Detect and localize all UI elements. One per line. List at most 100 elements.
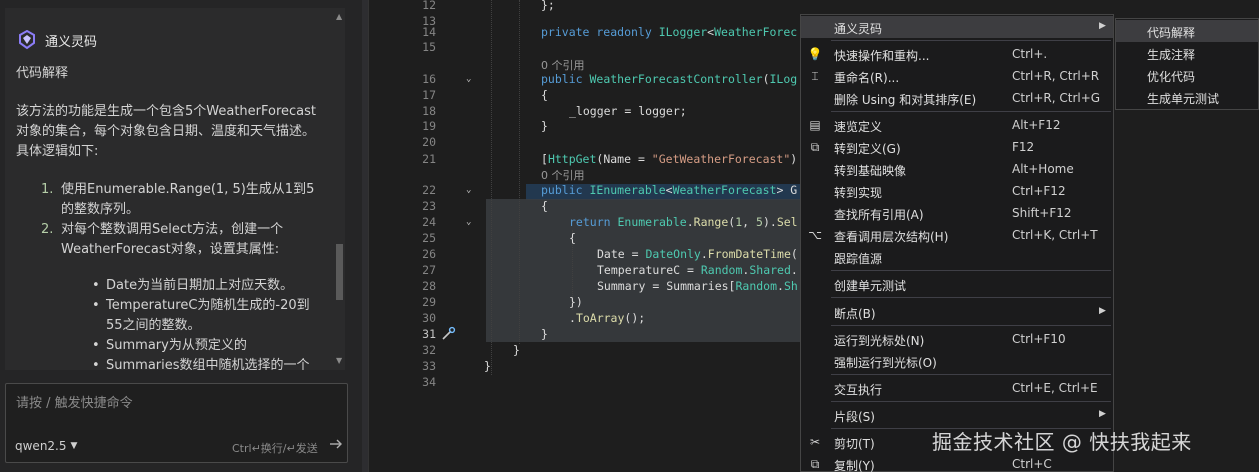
line-number: 27	[422, 263, 436, 277]
submenu-item-explain-code[interactable]: 代码解释	[1116, 20, 1258, 42]
step-text: 对每个整数调用Select方法，创建一个WeatherForecast对象，设置…	[61, 222, 284, 257]
line-number: 25	[422, 231, 436, 245]
model-selector[interactable]: qwen2.5 ▼	[15, 439, 77, 453]
scroll-up-arrow-icon[interactable]: ▲	[336, 12, 342, 21]
code-line: Summary = Summaries[Random.Sh	[597, 279, 798, 293]
step-number: 1.	[41, 182, 54, 197]
menu-item-breakpoint[interactable]: 断点(B) ▶	[801, 301, 1113, 323]
model-name[interactable]: qwen2.5	[15, 439, 67, 453]
code-line: _logger = logger;	[569, 104, 687, 118]
menu-item-label: 运行到光标处(N)	[834, 334, 925, 348]
line-number-current: 31	[422, 327, 436, 341]
menu-item-shortcut: Ctrl+F10	[1012, 332, 1066, 346]
menu-item-quick-actions[interactable]: 💡 快速操作和重构... Ctrl+.	[801, 43, 1113, 65]
code-line: private readonly ILogger<WeatherForec	[541, 25, 798, 39]
menu-item-remove-usings[interactable]: 删除 Using 和对其排序(E) Ctrl+R, Ctrl+G	[801, 87, 1113, 109]
menu-item-tongyi[interactable]: 通义灵码 ▶	[801, 16, 1113, 38]
list-item: 2. 对每个整数调用Select方法，创建一个WeatherForecast对象，…	[41, 220, 318, 260]
codelens-references[interactable]: 0 个引用	[541, 167, 585, 183]
chat-header: 通义灵码	[17, 30, 97, 50]
submenu-item-optimize-code[interactable]: 优化代码	[1116, 64, 1258, 86]
code-line: return Enumerable.Range(1, 5).Sel	[569, 215, 798, 229]
scissors-icon: ✂	[809, 435, 821, 449]
menu-item-go-to-definition[interactable]: ⧉ 转到定义(G) F12	[801, 136, 1113, 158]
caret-down-icon[interactable]: ▼	[71, 441, 78, 451]
list-item: TemperatureC为随机生成的-20到55之间的整数。	[92, 296, 318, 336]
menu-separator	[831, 401, 1111, 402]
chat-message-card: 通义灵码 代码解释 该方法的功能是生成一个包含5个WeatherForecast…	[5, 8, 345, 370]
line-number: 16	[422, 72, 436, 86]
menu-item-peek-definition[interactable]: ▤ 速览定义 Alt+F12	[801, 114, 1113, 136]
menu-item-shortcut: Shift+F12	[1012, 206, 1072, 220]
line-number: 29	[422, 295, 436, 309]
menu-item-find-all-references[interactable]: 查找所有引用(A) Shift+F12	[801, 202, 1113, 224]
menu-item-label: 删除 Using 和对其排序(E)	[834, 93, 977, 107]
chat-input-box[interactable]: 请按 / 触发快捷命令 qwen2.5 ▼ Ctrl↵换行/↵发送	[5, 383, 348, 463]
menu-item-label: 创建单元测试	[834, 279, 907, 293]
bullets-list: Date为当前日期加上对应天数。 TemperatureC为随机生成的-20到5…	[16, 276, 318, 370]
chat-message-body: 代码解释 该方法的功能是生成一个包含5个WeatherForecast对象的集合…	[16, 64, 318, 370]
tongyi-submenu: 代码解释 生成注释 优化代码 生成单元测试	[1115, 18, 1259, 110]
go-to-definition-icon: ⧉	[810, 140, 820, 154]
quick-action-brush-icon[interactable]	[440, 326, 456, 342]
menu-item-rename[interactable]: ⌶ 重命名(R)... Ctrl+R, Ctrl+R	[801, 65, 1113, 87]
menu-item-shortcut: F12	[1012, 140, 1035, 154]
submenu-item-generate-comments[interactable]: 生成注释	[1116, 42, 1258, 64]
menu-item-label: 速览定义	[834, 120, 883, 134]
menu-item-label: 转到基础映像	[834, 164, 907, 178]
menu-item-force-run-to-cursor[interactable]: 强制运行到光标(O)	[801, 350, 1113, 372]
code-line: .ToArray();	[569, 311, 646, 325]
copy-icon: ⧉	[810, 457, 820, 471]
menu-item-shortcut: Ctrl+E, Ctrl+E	[1012, 381, 1098, 395]
line-number: 18	[422, 104, 436, 118]
menu-item-call-hierarchy[interactable]: ⌥ 查看调用层次结构(H) Ctrl+K, Ctrl+T	[801, 224, 1113, 246]
line-number: 28	[422, 279, 436, 293]
code-line: }	[484, 359, 491, 373]
code-line: TemperatureC = Random.Shared.	[597, 263, 798, 277]
fold-chevron-icon[interactable]: ⌄	[466, 183, 471, 199]
submenu-item-label: 优化代码	[1147, 70, 1196, 84]
menu-separator	[831, 111, 1111, 112]
line-number: 12	[422, 0, 436, 12]
scrollbar-thumb[interactable]	[336, 244, 343, 300]
step-number: 2.	[41, 222, 54, 237]
fold-chevron-icon[interactable]: ⌄	[466, 72, 471, 88]
menu-item-run-to-cursor[interactable]: 运行到光标处(N) Ctrl+F10	[801, 328, 1113, 350]
list-item-partial: Summaries数组中随机选择的一个	[92, 356, 318, 370]
menu-item-snippets[interactable]: 片段(S) ▶	[801, 404, 1113, 426]
line-number: 22	[422, 183, 436, 197]
submenu-item-generate-unit-test[interactable]: 生成单元测试	[1116, 86, 1258, 108]
menu-item-create-unit-test[interactable]: 创建单元测试	[801, 273, 1113, 295]
list-item: 1. 使用Enumerable.Range(1, 5)生成从1到5的整数序列。	[41, 180, 318, 220]
send-arrow-icon[interactable]	[329, 437, 343, 451]
menu-item-shortcut: Ctrl+K, Ctrl+T	[1012, 228, 1098, 242]
list-item: Date为当前日期加上对应天数。	[92, 276, 318, 296]
menu-item-copy[interactable]: ⧉ 复制(Y) Ctrl+C	[801, 453, 1113, 472]
menu-item-interactive-execute[interactable]: 交互执行 Ctrl+E, Ctrl+E	[801, 377, 1113, 399]
code-line: {	[541, 88, 548, 102]
code-line: [HttpGet(Name = "GetWeatherForecast")	[541, 152, 798, 166]
menu-item-track-value-source[interactable]: 跟踪值源	[801, 246, 1113, 268]
menu-item-go-to-base[interactable]: 转到基础映像 Alt+Home	[801, 158, 1113, 180]
menu-item-label: 交互执行	[834, 383, 883, 397]
line-number: 24	[422, 215, 436, 229]
explanation-description: 该方法的功能是生成一个包含5个WeatherForecast对象的集合，每个对象…	[16, 104, 317, 159]
menu-item-go-to-implementation[interactable]: 转到实现 Ctrl+F12	[801, 180, 1113, 202]
submenu-item-label: 生成单元测试	[1147, 92, 1220, 106]
code-line: public IEnumerable<WeatherForecast> G	[541, 183, 798, 197]
fold-chevron-icon[interactable]: ⌄	[466, 215, 471, 231]
line-number: 30	[422, 311, 436, 325]
menu-separator	[831, 297, 1111, 298]
list-item: Summary为从预定义的	[92, 336, 318, 356]
scroll-down-arrow-icon[interactable]: ▼	[336, 356, 342, 365]
menu-separator	[831, 270, 1111, 271]
submenu-arrow-icon: ▶	[1099, 409, 1106, 419]
codelens-references[interactable]: 0 个引用	[541, 57, 585, 73]
chat-input-placeholder[interactable]: 请按 / 触发快捷命令	[16, 392, 133, 411]
code-line: }	[513, 343, 520, 357]
menu-item-label: 强制运行到光标(O)	[834, 356, 937, 370]
chat-scrollbar[interactable]	[333, 8, 345, 370]
menu-item-label: 转到实现	[834, 186, 883, 200]
menu-item-label: 断点(B)	[834, 307, 876, 321]
code-line: public WeatherForecastController(ILog	[541, 72, 798, 86]
